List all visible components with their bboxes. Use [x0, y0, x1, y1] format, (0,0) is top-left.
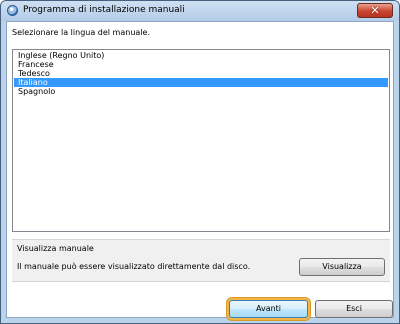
dialog-body: Selezionare la lingua del manuale. Ingle… [6, 21, 394, 318]
language-item-english-uk[interactable]: Inglese (Regno Unito) [14, 51, 388, 60]
installer-window: Programma di installazione manuali ✕ Sel… [0, 0, 400, 324]
close-button[interactable]: ✕ [357, 3, 393, 18]
app-icon [7, 5, 18, 16]
language-item-german[interactable]: Tedesco [14, 69, 388, 78]
language-item-spanish[interactable]: Spagnolo [14, 87, 388, 96]
language-item-italian[interactable]: Italiano [14, 78, 388, 87]
exit-button[interactable]: Esci [315, 300, 393, 318]
view-manual-description: Il manuale può essere visualizzato diret… [17, 262, 251, 271]
language-list[interactable]: Inglese (Regno Unito) Francese Tedesco I… [12, 49, 390, 232]
view-manual-title: Visualizza manuale [17, 244, 94, 253]
next-button[interactable]: Avanti [229, 300, 308, 318]
language-item-french[interactable]: Francese [14, 60, 388, 69]
view-manual-group: Visualizza manuale Il manuale può essere… [12, 239, 390, 282]
instruction-text: Selezionare la lingua del manuale. [12, 28, 150, 37]
window-title: Programma di installazione manuali [23, 5, 185, 15]
view-button[interactable]: Visualizza [299, 258, 385, 276]
title-bar[interactable]: Programma di installazione manuali ✕ [1, 1, 399, 21]
